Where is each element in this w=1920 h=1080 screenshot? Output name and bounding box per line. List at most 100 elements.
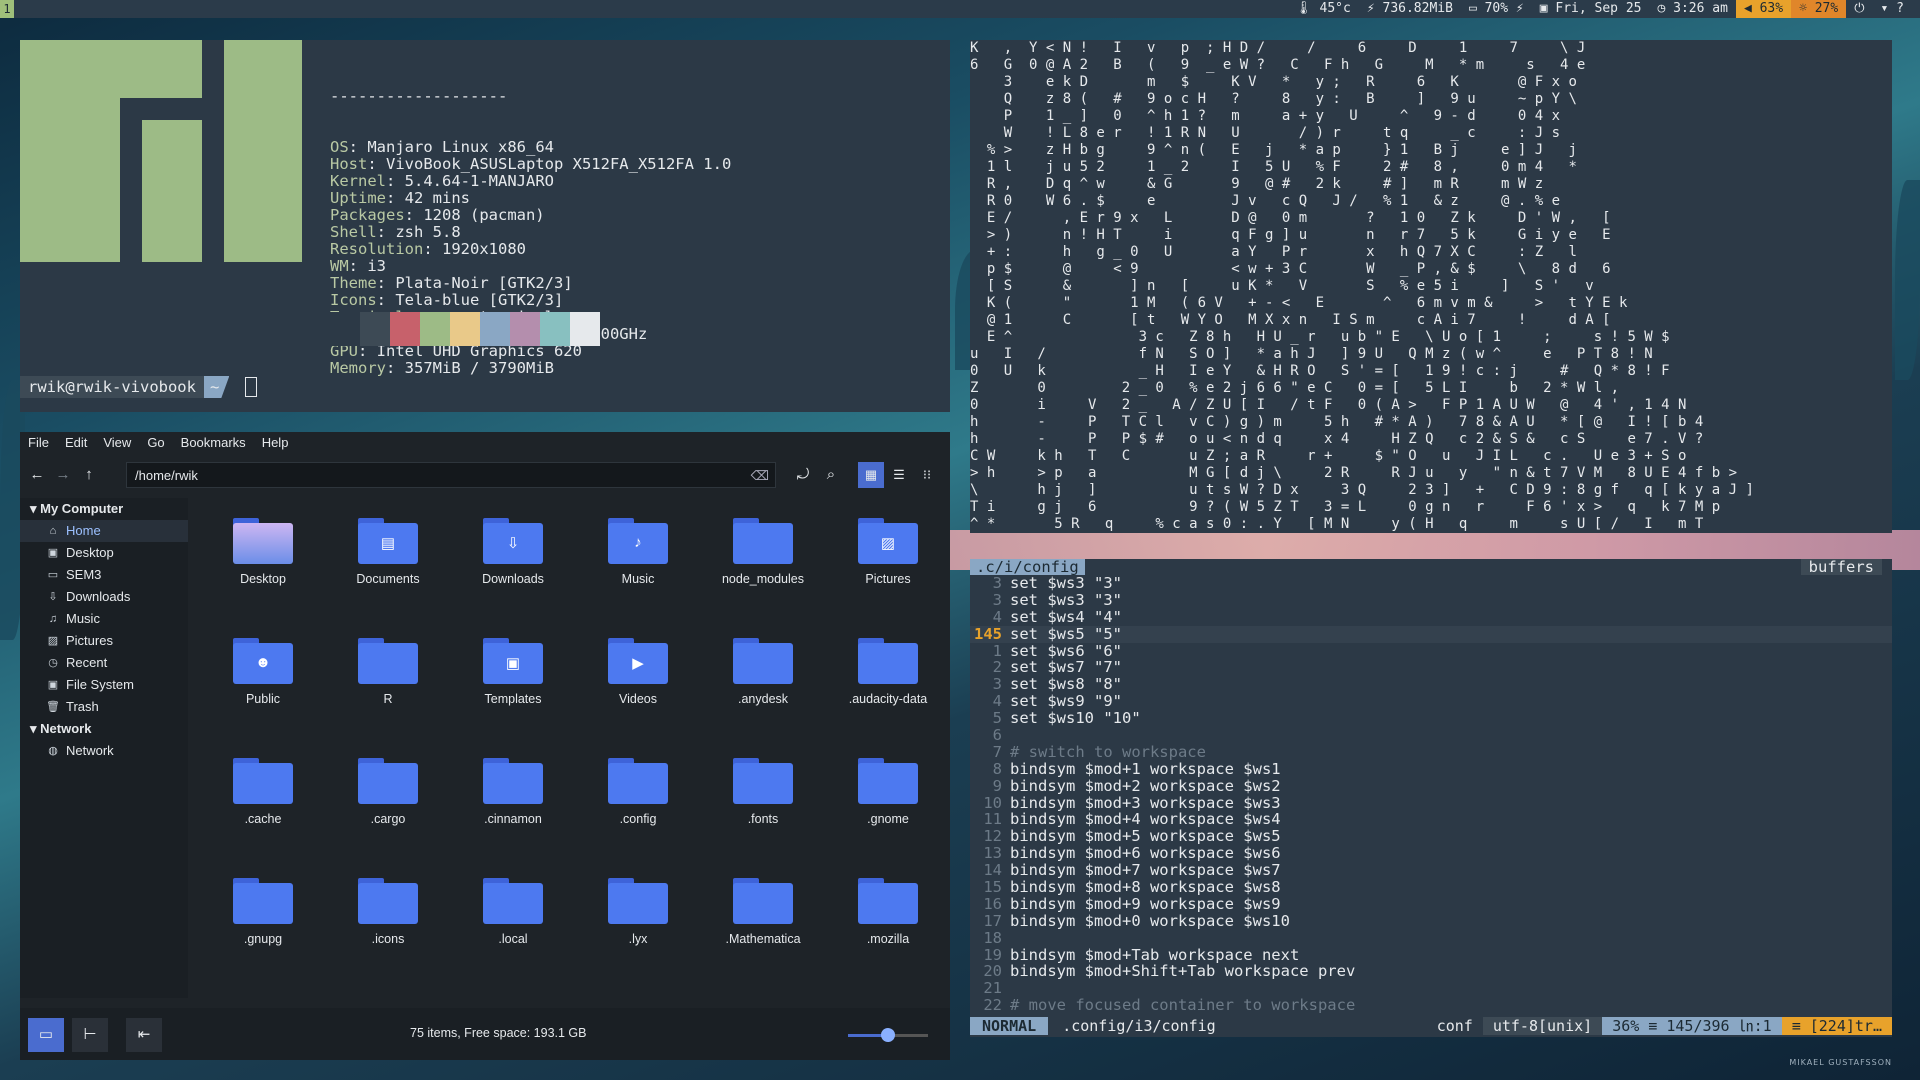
- vim-line: 3 set $ws8 "8": [970, 676, 1892, 693]
- folder-item[interactable]: ⇩ Downloads: [458, 518, 568, 586]
- folder-label: R: [383, 692, 393, 706]
- matrix-row: u I / f N S O ] * a h J ] 9 U Q M z ( w …: [970, 346, 1653, 362]
- neofetch-terminal[interactable]: ------------------- OS: Manjaro Linux x8…: [20, 40, 950, 412]
- system-info: ------------------- OS: Manjaro Linux x8…: [330, 54, 731, 411]
- sidebar-item-desktop[interactable]: ▣ Desktop: [20, 542, 188, 564]
- folder-icon: ⇩: [483, 518, 543, 564]
- path-input[interactable]: /home/rwik ⌫: [126, 462, 776, 488]
- folder-item[interactable]: .icons: [333, 878, 443, 946]
- forward-arrow-icon[interactable]: →: [52, 464, 74, 486]
- tray-icon[interactable]: ▾ ?: [1873, 0, 1912, 18]
- vim-line-text: bindsym $mod+0 workspace $ws10: [1010, 911, 1290, 930]
- vim-line: 3 set $ws3 "3": [970, 575, 1892, 592]
- folder-item[interactable]: ♪ Music: [583, 518, 693, 586]
- cmatrix-terminal[interactable]: K , Y < N ! I v p ; H D / / 6 D 1 7 \ J6…: [970, 40, 1892, 533]
- color-palette: [330, 312, 600, 346]
- sidebar-item-music[interactable]: ♫ Music: [20, 608, 188, 630]
- folder-item[interactable]: .config: [583, 758, 693, 826]
- network-icon: ◍: [48, 745, 58, 757]
- folder-label: .icons: [371, 932, 405, 946]
- folder-item[interactable]: .fonts: [708, 758, 818, 826]
- zoom-slider[interactable]: [848, 1028, 928, 1042]
- menu-edit[interactable]: Edit: [57, 432, 95, 454]
- search-icon[interactable]: ⌕: [820, 464, 842, 486]
- vim-tab[interactable]: .c/i/config: [970, 559, 1085, 575]
- folder-item[interactable]: R: [333, 638, 443, 706]
- vim-line: 2 set $ws7 "7": [970, 659, 1892, 676]
- info-value: i3: [367, 257, 387, 275]
- vim-editor[interactable]: .c/i/config buffers 3 set $ws3 "3" 3 set $w…: [970, 559, 1892, 1037]
- folder-item[interactable]: .local: [458, 878, 568, 946]
- sidebar-item-trash[interactable]: 🗑 Trash: [20, 696, 188, 718]
- sidebar-item-network[interactable]: ◍ Network: [20, 740, 188, 762]
- sidebar-item-sem3[interactable]: ▭ SEM3: [20, 564, 188, 586]
- list-view-button[interactable]: ☰: [886, 462, 912, 488]
- folder-item[interactable]: .cache: [208, 758, 318, 826]
- sidebar-item-label: Network: [66, 743, 114, 758]
- folder-icon: [233, 758, 293, 804]
- volume-status[interactable]: ◀ 63%: [1735, 0, 1792, 18]
- folder-item[interactable]: .mozilla: [833, 878, 943, 946]
- vim-line: 6: [970, 727, 1892, 744]
- sidebar-item-label: SEM3: [66, 567, 102, 582]
- clear-path-icon[interactable]: ⌫: [751, 463, 769, 489]
- vim-line-text: bindsym $mod+3 workspace $ws3: [1010, 793, 1281, 812]
- info-key: Packages: [330, 206, 405, 224]
- sidebar-header-network[interactable]: ▾ Network: [20, 718, 188, 740]
- vim-line: 18: [970, 929, 1892, 947]
- menu-help[interactable]: Help: [254, 432, 297, 454]
- prompt-user: rwik@rwik-vivobook: [20, 376, 204, 398]
- status-bar: ▭ ⊢ ⇤ 75 items, Free space: 193.1 GB: [20, 1008, 950, 1060]
- vim-line-number: 2: [992, 658, 1002, 677]
- vim-line-text: bindsym $mod+Shift+Tab workspace prev: [1010, 962, 1356, 981]
- folder-item[interactable]: .anydesk: [708, 638, 818, 706]
- folder-item[interactable]: ▣ Templates: [458, 638, 568, 706]
- folder-item[interactable]: .gnupg: [208, 878, 318, 946]
- sidebar-header-my-computer[interactable]: ▾ My Computer: [20, 498, 188, 520]
- folder-item[interactable]: .audacity-data: [833, 638, 943, 706]
- tree-pane-button[interactable]: ⊢: [72, 1018, 108, 1052]
- menu-bookmarks[interactable]: Bookmarks: [173, 432, 254, 454]
- menu-file[interactable]: File: [20, 432, 57, 454]
- folder-item[interactable]: ▨ Pictures: [833, 518, 943, 586]
- matrix-row: h - P P $ # o u < n d q x 4 H Z Q c 2 & …: [970, 431, 1704, 447]
- folder-item[interactable]: ☻ Public: [208, 638, 318, 706]
- brightness-status[interactable]: ☼ 27%: [1791, 0, 1847, 18]
- sidebar-item-home[interactable]: ⌂ Home: [20, 520, 188, 542]
- shell-prompt[interactable]: rwik@rwik-vivobook ~: [20, 376, 258, 398]
- sidebar-item-recent[interactable]: ◷ Recent: [20, 652, 188, 674]
- folder-item[interactable]: node_modules: [708, 518, 818, 586]
- sidebar-item-file-system[interactable]: ▣ File System: [20, 674, 188, 696]
- hide-sidebar-button[interactable]: ⇤: [126, 1018, 162, 1052]
- folder-label: .lyx: [628, 932, 648, 946]
- manjaro-logo: [20, 40, 302, 262]
- folder-item[interactable]: Desktop: [208, 518, 318, 586]
- sidebar-item-downloads[interactable]: ⇩ Downloads: [20, 586, 188, 608]
- date-status: ▣ Fri, Sep 25: [1539, 1, 1642, 16]
- compact-view-button[interactable]: ⁝⁝: [914, 462, 940, 488]
- folder-label: Videos: [619, 692, 657, 706]
- workspace-indicator[interactable]: 1: [0, 0, 14, 18]
- back-arrow-icon[interactable]: ←: [26, 464, 48, 486]
- zoom-slider-handle[interactable]: [881, 1028, 895, 1042]
- up-arrow-icon[interactable]: ↑: [78, 464, 100, 486]
- folder-item[interactable]: ▤ Documents: [333, 518, 443, 586]
- places-pane-button[interactable]: ▭: [28, 1018, 64, 1052]
- folder-item[interactable]: .lyx: [583, 878, 693, 946]
- sidebar-item-pictures[interactable]: ▨ Pictures: [20, 630, 188, 652]
- power-icon[interactable]: ⏻: [1846, 0, 1872, 18]
- info-key: Theme: [330, 274, 377, 292]
- icon-view-button[interactable]: ▦: [858, 462, 884, 488]
- toggle-location-icon[interactable]: ⤾: [792, 464, 814, 486]
- menu-view[interactable]: View: [95, 432, 139, 454]
- folder-item[interactable]: .cargo: [333, 758, 443, 826]
- palette-swatch: [390, 312, 420, 346]
- pictures-icon: ▨: [47, 635, 59, 647]
- menu-go[interactable]: Go: [139, 432, 172, 454]
- folder-icon: [858, 638, 918, 684]
- folder-item[interactable]: .Mathematica: [708, 878, 818, 946]
- folder-item[interactable]: .cinnamon: [458, 758, 568, 826]
- vim-line-text: # switch to workspace: [1010, 742, 1206, 761]
- folder-item[interactable]: ▶ Videos: [583, 638, 693, 706]
- folder-item[interactable]: .gnome: [833, 758, 943, 826]
